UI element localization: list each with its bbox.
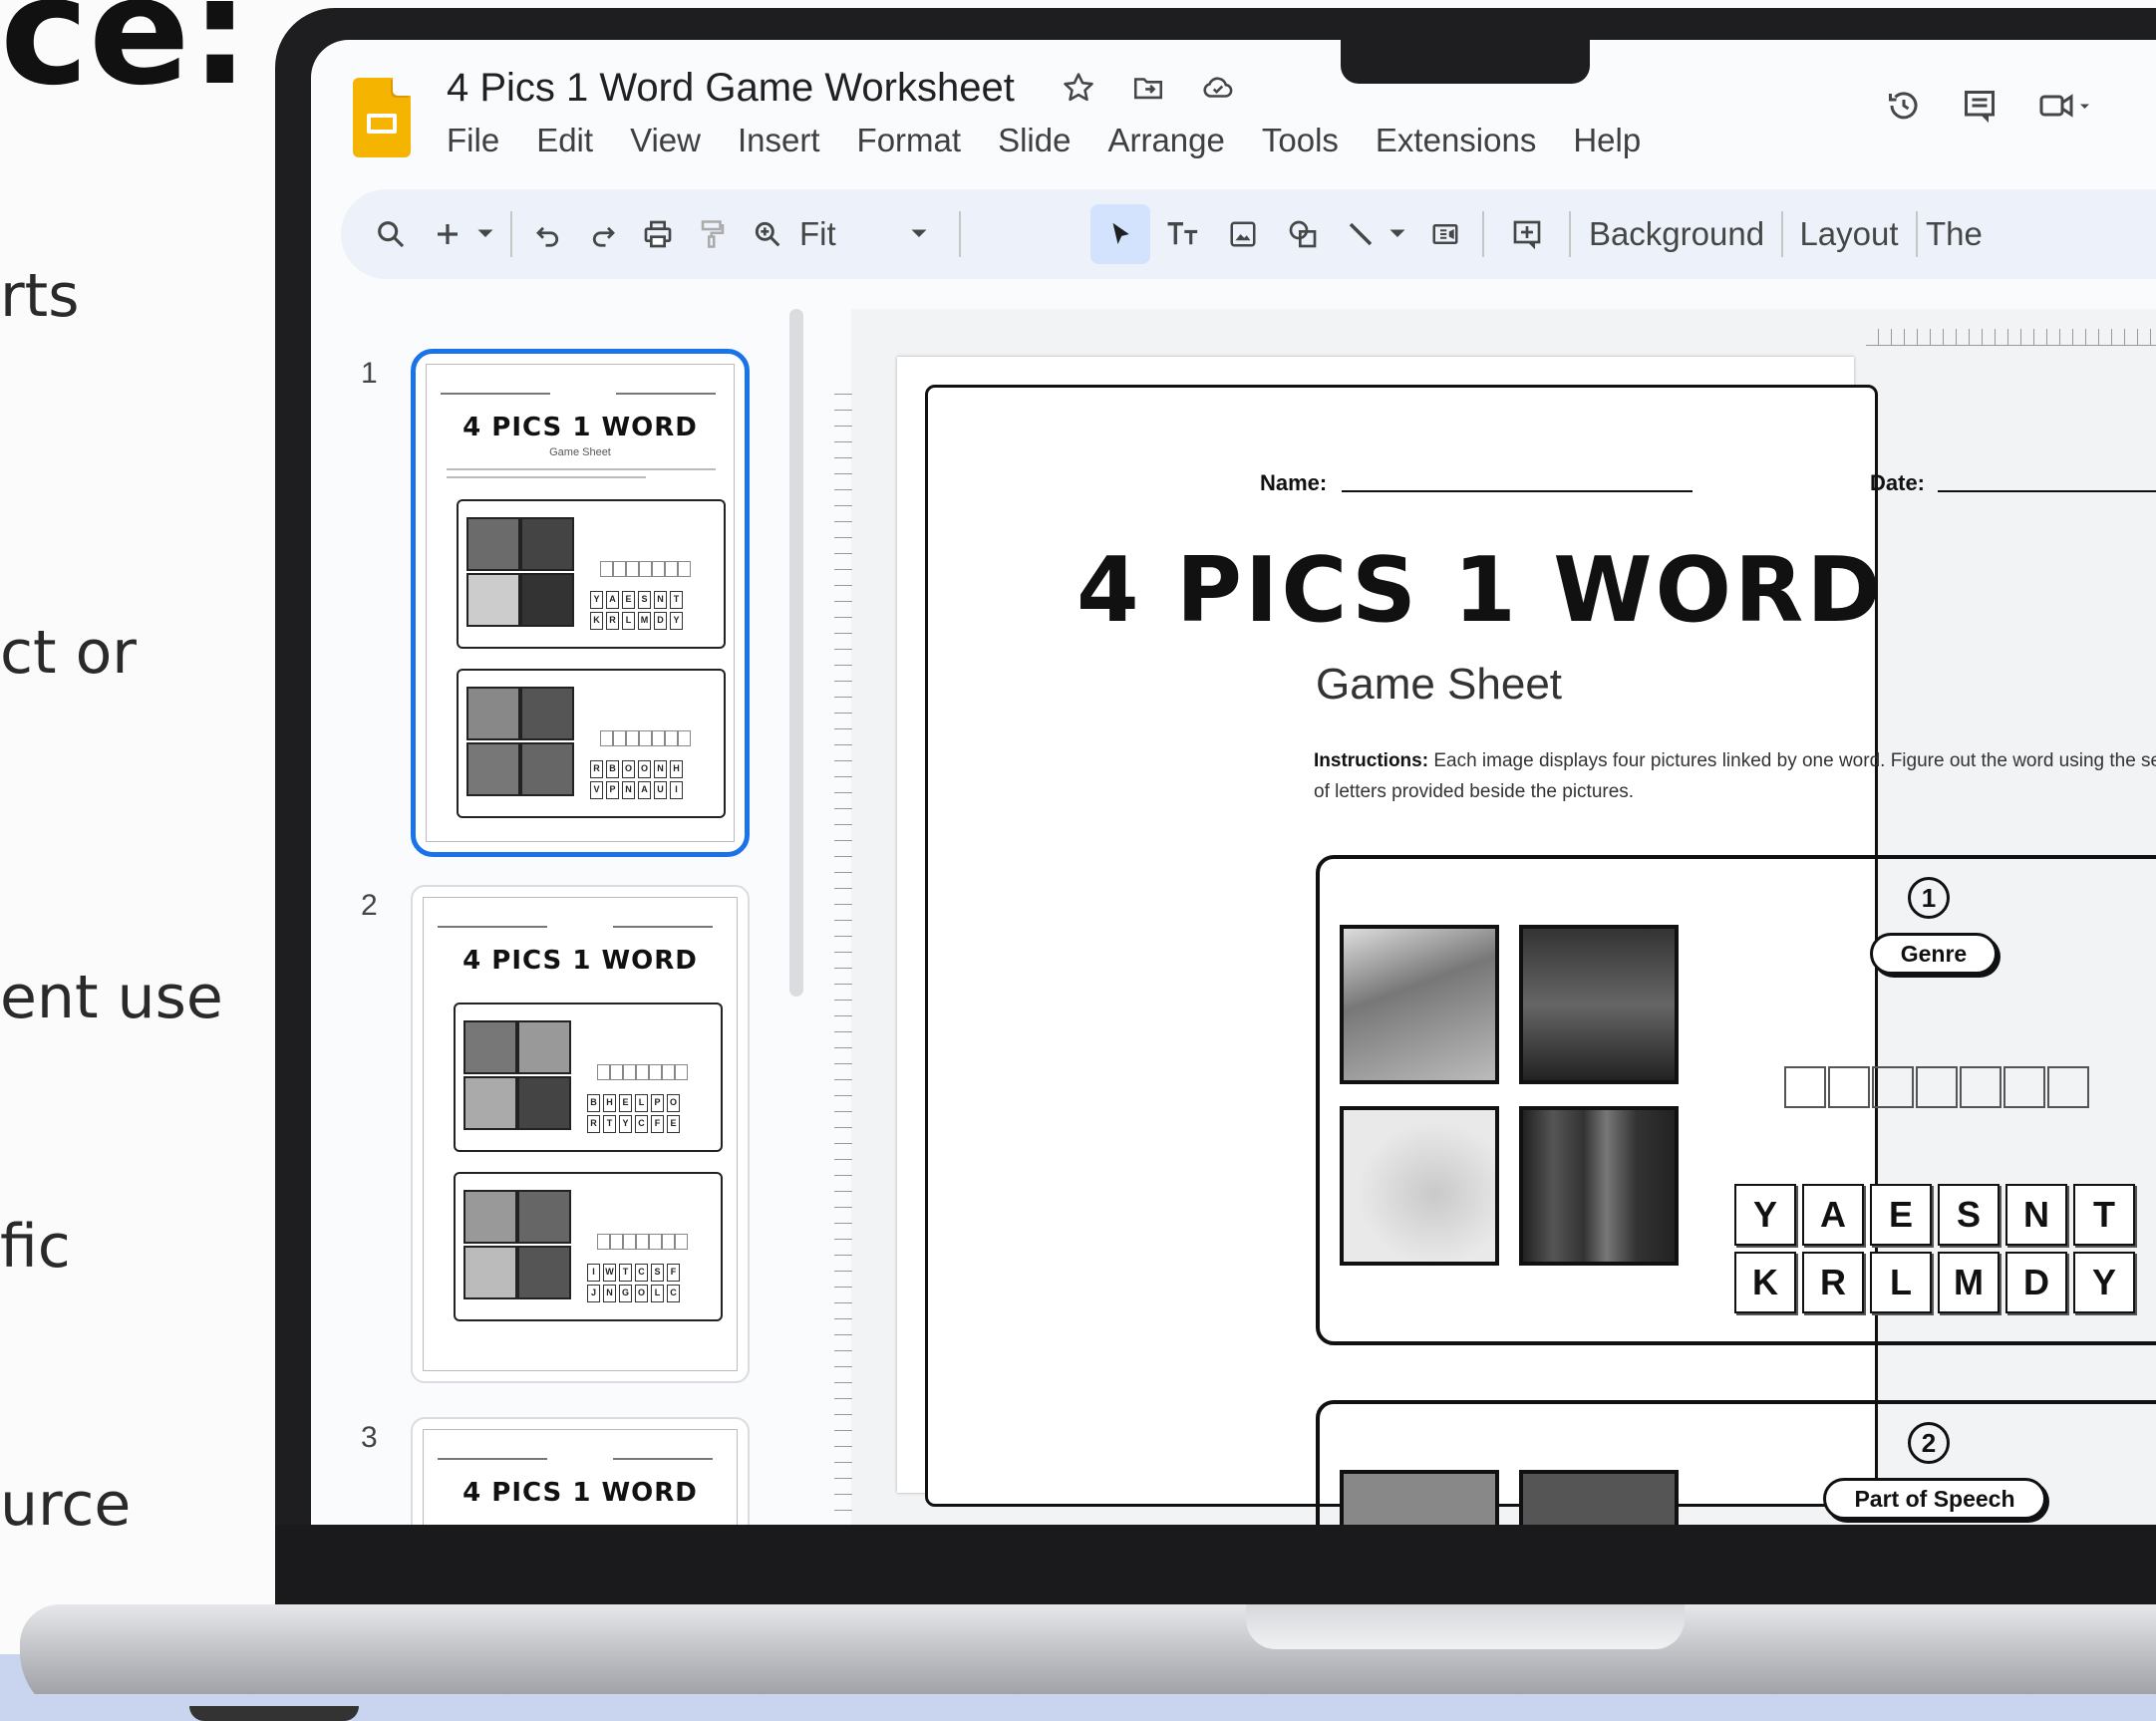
puzzle-1-picture-footprint — [1340, 1106, 1499, 1266]
letter-tile[interactable]: E — [1870, 1184, 1932, 1246]
letter-tile[interactable]: Y — [2073, 1252, 2135, 1313]
letter-tile[interactable]: A — [1802, 1184, 1864, 1246]
letter-tile[interactable]: R — [1802, 1252, 1864, 1313]
date-line — [1938, 490, 2156, 492]
letter-tile[interactable]: K — [1734, 1252, 1796, 1313]
puzzle-1-letter-grid: Y A E S N T K R L M D Y — [1734, 1184, 2135, 1313]
puzzle-2: 2 Part of Speech — [1316, 1400, 2156, 1525]
puzzle-1-picture-foggy-forest — [1519, 1106, 1679, 1266]
puzzle-1-picture-detective — [1340, 925, 1499, 1084]
instructions: Instructions: Each image displays four p… — [1314, 750, 2156, 802]
promo-line-5: urce — [0, 1470, 132, 1540]
puzzle-1-picture-chest — [1519, 925, 1679, 1084]
slide-viewport: Name: Date: 4 PICS 1 WORD Game Sheet Ins… — [311, 40, 2156, 1525]
camera-notch — [1341, 40, 1590, 84]
letter-tile[interactable]: M — [1938, 1252, 2000, 1313]
letter-tile[interactable]: Y — [1734, 1184, 1796, 1246]
laptop-base-notch-overlay — [1246, 1604, 1685, 1649]
puzzle-2-number: 2 — [1908, 1422, 1950, 1464]
promo-line-4: fic — [0, 1212, 71, 1282]
name-line — [1342, 490, 1693, 492]
promo-line-2: ct or — [0, 618, 137, 688]
promo-line-1: rts — [0, 261, 80, 331]
laptop-chin-overlay — [275, 1525, 2156, 1614]
puzzle-2-picture-2 — [1519, 1470, 1679, 1525]
puzzle-1-number: 1 — [1908, 877, 1950, 919]
puzzle-2-picture-1 — [1340, 1470, 1499, 1525]
letter-tile[interactable]: S — [1938, 1184, 2000, 1246]
promo-line-3: ent use — [0, 963, 223, 1032]
letter-tile[interactable]: D — [2005, 1252, 2067, 1313]
promo-heading: ce: — [0, 0, 250, 119]
worksheet-title: 4 PICS 1 WORD — [1077, 538, 1885, 643]
letter-tile[interactable]: T — [2073, 1184, 2135, 1246]
letter-tile[interactable]: N — [2005, 1184, 2067, 1246]
date-label: Date: — [1870, 470, 1926, 495]
worksheet-subtitle: Game Sheet — [1316, 660, 1563, 709]
letter-tile[interactable]: L — [1870, 1252, 1932, 1313]
puzzle-1-category: Genre — [1870, 933, 1998, 975]
puzzle-1-answer-blanks[interactable] — [1784, 1066, 2091, 1108]
laptop-foot-overlay — [189, 1706, 359, 1721]
puzzle-1: 1 Genre Y A E S N T K R L M D Y — [1316, 855, 2156, 1345]
name-label: Name: — [1260, 470, 1328, 495]
puzzle-2-category: Part of Speech — [1823, 1478, 2046, 1520]
